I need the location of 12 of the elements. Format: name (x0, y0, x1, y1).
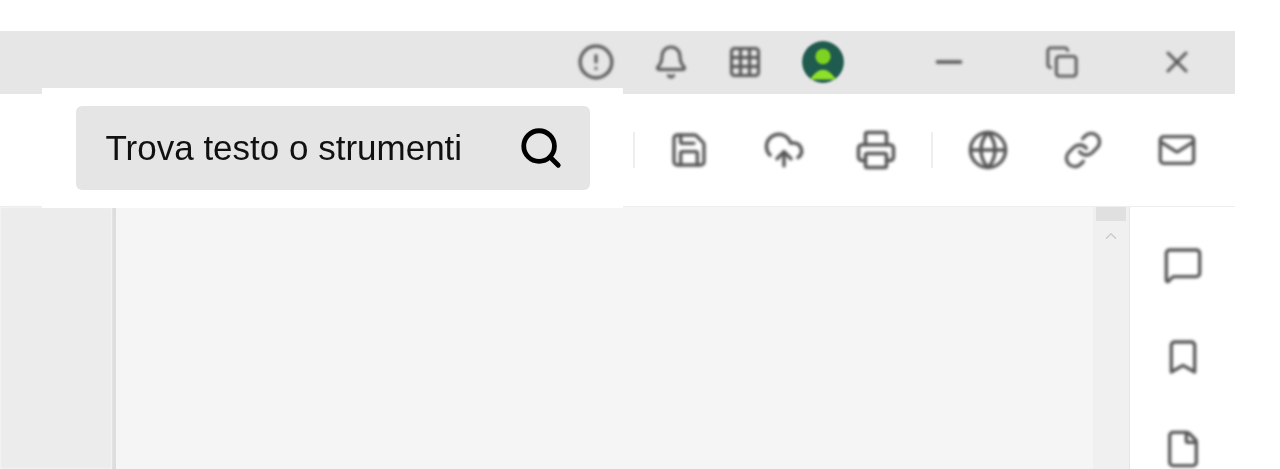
scroll-thumb[interactable] (1096, 207, 1126, 221)
save-icon[interactable] (669, 130, 709, 170)
scrollbar[interactable] (1093, 207, 1129, 469)
print-icon[interactable] (855, 129, 897, 171)
link-icon[interactable] (1063, 130, 1103, 170)
comment-icon[interactable] (1162, 245, 1203, 285)
bell-icon[interactable] (653, 44, 689, 81)
restore-icon[interactable] (1045, 45, 1079, 80)
alert-icon[interactable] (577, 43, 615, 82)
search-button[interactable]: Trova testo o strumenti (75, 106, 590, 190)
avatar-icon[interactable] (801, 40, 845, 85)
globe-icon[interactable] (967, 129, 1009, 171)
